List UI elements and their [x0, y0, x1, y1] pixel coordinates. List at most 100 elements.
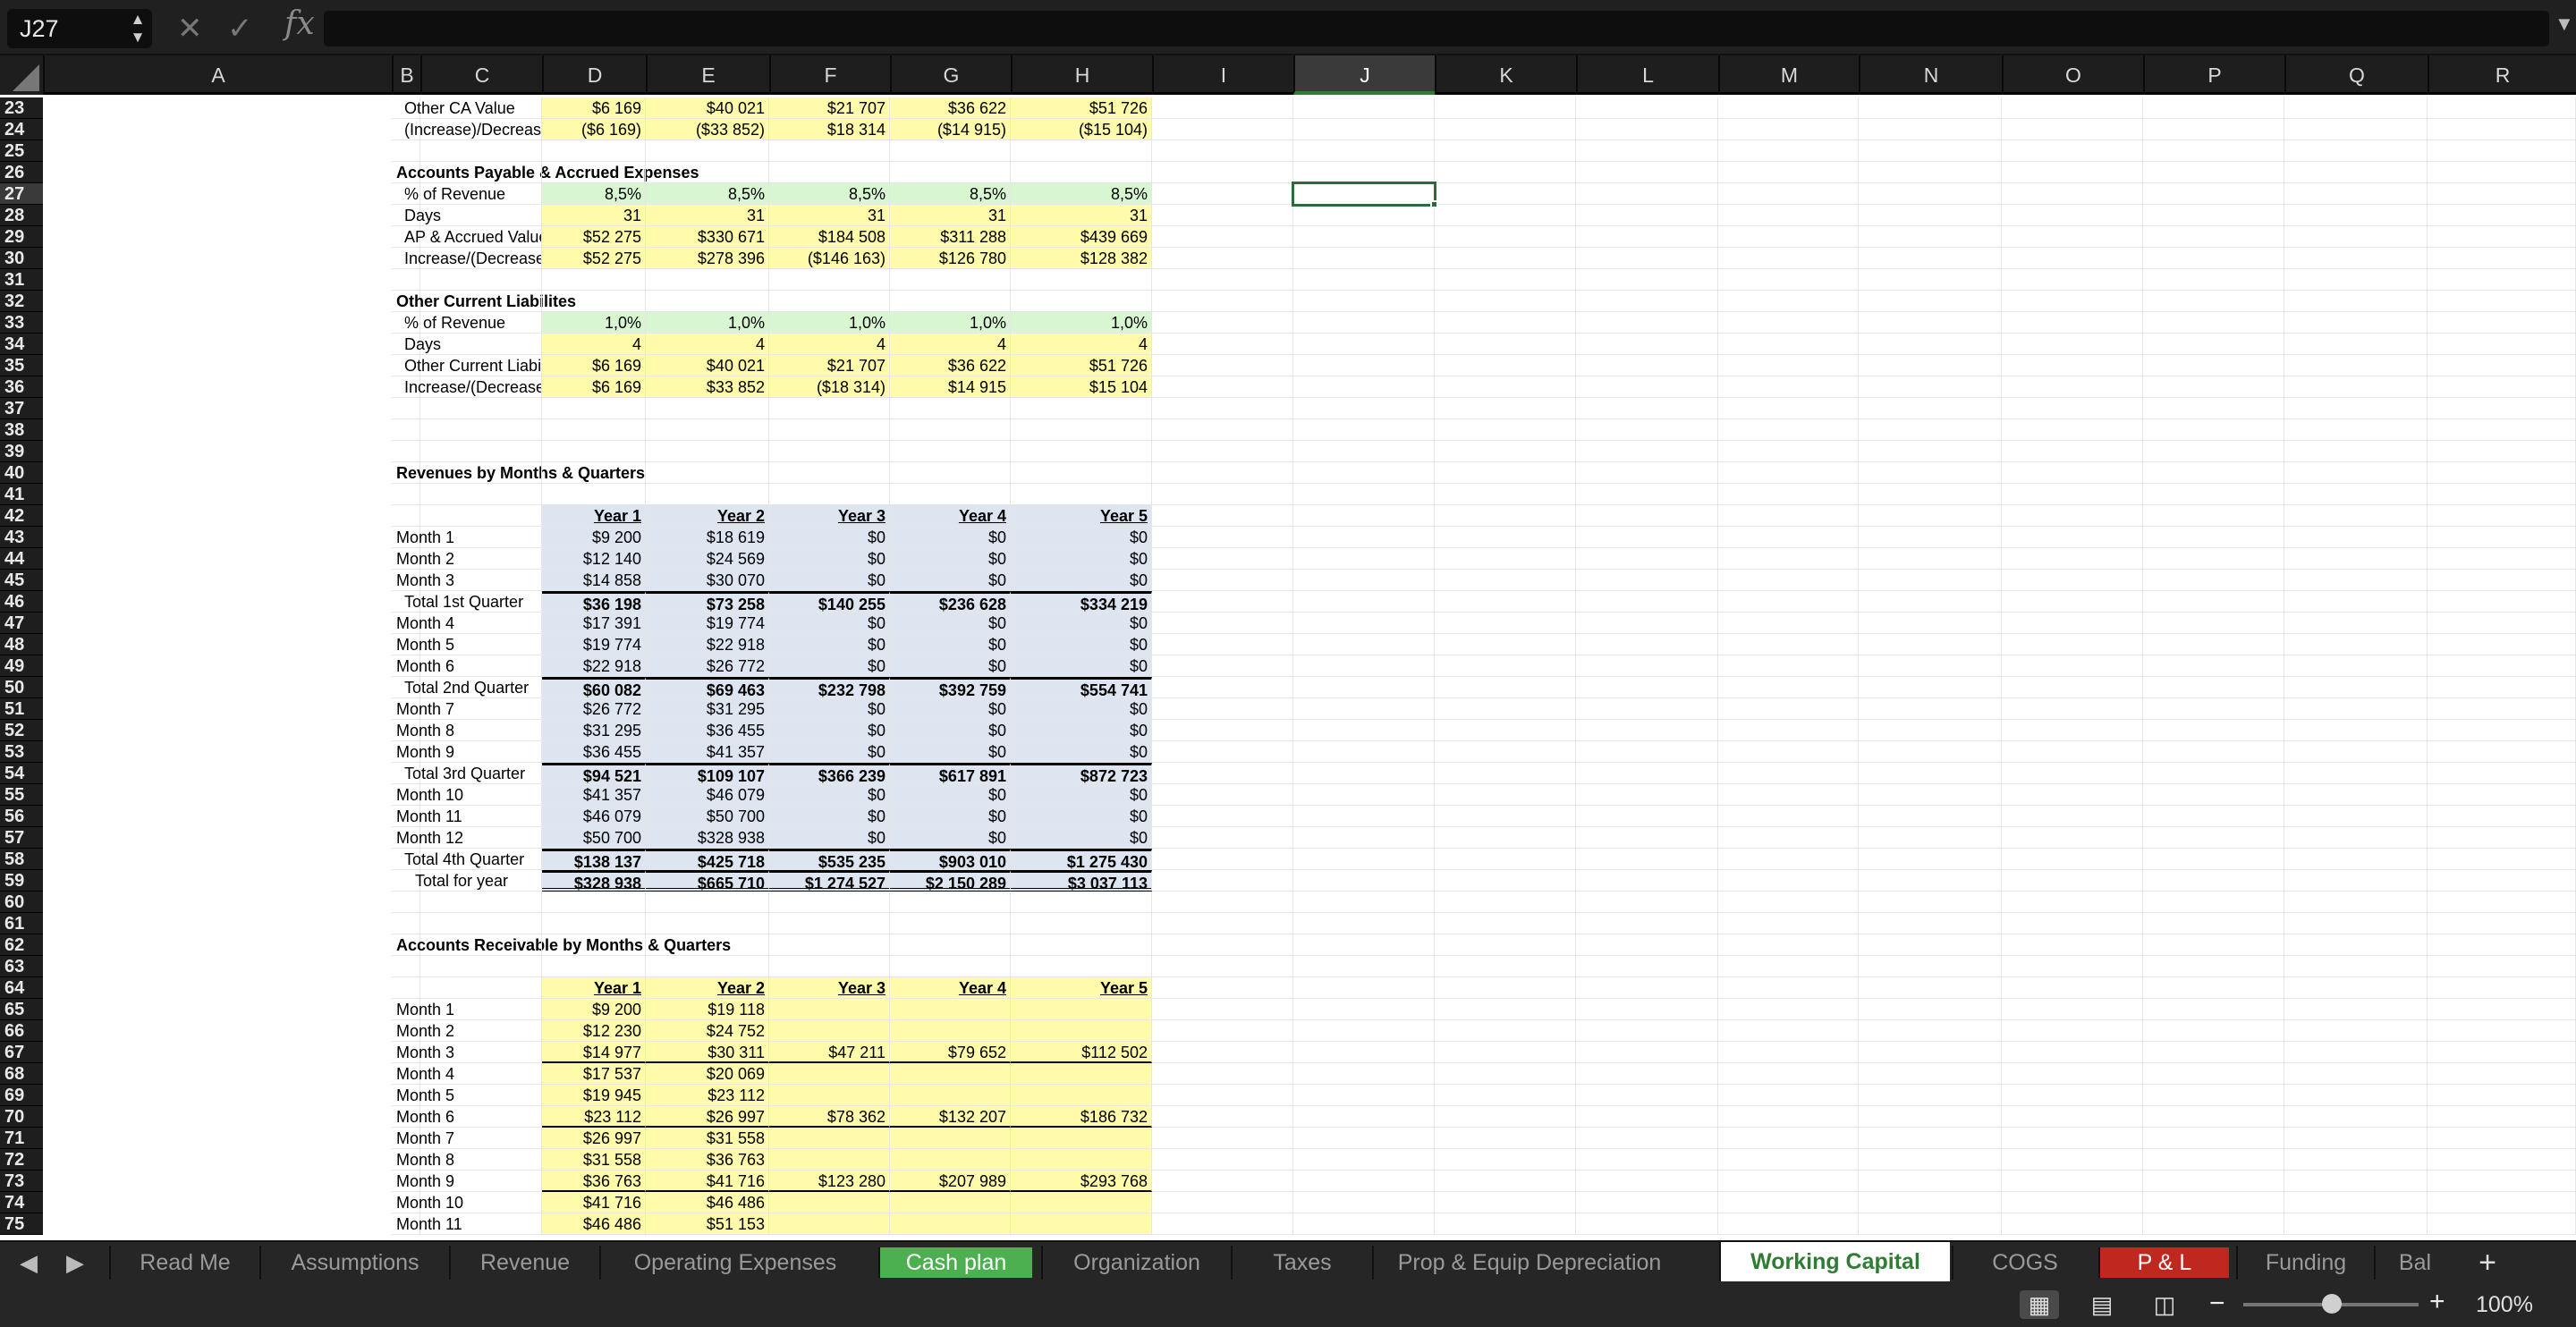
cell-empty[interactable]: [1859, 398, 2002, 419]
cell-empty[interactable]: [1859, 806, 2002, 827]
cell-b[interactable]: [420, 849, 542, 870]
cell-value[interactable]: $51 153: [646, 1213, 769, 1235]
cell-value[interactable]: [769, 1149, 890, 1171]
cell-value[interactable]: $26 997: [646, 1106, 769, 1128]
cell-value[interactable]: $51 726: [1011, 97, 1152, 119]
cell-empty[interactable]: [1576, 870, 1718, 892]
cell-empty[interactable]: [1718, 956, 1859, 977]
cell-empty[interactable]: [1859, 1106, 2002, 1128]
cell-value[interactable]: $36 622: [890, 97, 1011, 119]
cell-value[interactable]: [769, 1085, 890, 1106]
cell-b[interactable]: [420, 1085, 542, 1106]
cell-empty[interactable]: [1435, 956, 1576, 977]
cell-empty[interactable]: [2143, 1020, 2284, 1042]
cell-b[interactable]: [420, 183, 542, 205]
cell-value[interactable]: [646, 140, 769, 162]
cell-empty[interactable]: [1293, 892, 1435, 913]
cell-value[interactable]: $0: [769, 548, 890, 570]
page-break-view-icon[interactable]: ◫: [2145, 1290, 2184, 1319]
fill-handle[interactable]: [1430, 200, 1438, 208]
cell-value[interactable]: $0: [890, 741, 1011, 763]
cell-empty[interactable]: [2284, 720, 2428, 741]
cell-empty[interactable]: [1152, 441, 1293, 462]
cell-empty[interactable]: [1859, 376, 2002, 398]
cell-value[interactable]: $36 455: [646, 720, 769, 741]
cell-empty[interactable]: [1152, 827, 1293, 849]
cell-empty[interactable]: [2428, 183, 2576, 205]
cell-value[interactable]: $36 763: [646, 1149, 769, 1171]
cell-empty[interactable]: [1293, 934, 1435, 956]
cell-value[interactable]: [890, 1085, 1011, 1106]
cell-value[interactable]: $278 396: [646, 248, 769, 269]
cell-value[interactable]: [769, 484, 890, 505]
cell-empty[interactable]: [1293, 827, 1435, 849]
cell-empty[interactable]: [1859, 784, 2002, 806]
cell-b[interactable]: [420, 870, 542, 892]
cell-label[interactable]: [392, 140, 420, 162]
row-header[interactable]: 46: [0, 591, 43, 613]
row-header[interactable]: 69: [0, 1085, 43, 1106]
cell-empty[interactable]: [1576, 677, 1718, 698]
cell-empty[interactable]: [1718, 398, 1859, 419]
cell-empty[interactable]: [1293, 441, 1435, 462]
sheet-grid[interactable]: ABCDEFGHIJKLMNOPQR 23 Other CA Value $6 16…: [0, 55, 2576, 1240]
cell-empty[interactable]: [2002, 1149, 2143, 1171]
cell-value[interactable]: $31 558: [542, 1149, 646, 1171]
cell-value[interactable]: [1011, 956, 1152, 977]
cell-value[interactable]: ($33 852): [646, 119, 769, 140]
cell-value[interactable]: [1011, 398, 1152, 419]
cell-empty[interactable]: [2428, 119, 2576, 140]
cell-value[interactable]: 1,0%: [542, 312, 646, 334]
cell-empty[interactable]: [1718, 720, 1859, 741]
cancel-icon[interactable]: ✕: [177, 9, 203, 48]
cell-label[interactable]: Accounts Receivable by Months & Quarters: [392, 934, 731, 956]
cell-value[interactable]: [890, 462, 1011, 484]
cell-value[interactable]: $14 858: [542, 570, 646, 591]
cell-value[interactable]: $3 037 113: [1011, 870, 1152, 892]
cell-empty[interactable]: [1293, 355, 1435, 376]
cell-empty[interactable]: [1859, 634, 2002, 655]
cell-empty[interactable]: [1435, 827, 1576, 849]
cell-value[interactable]: 8,5%: [646, 183, 769, 205]
cell-empty[interactable]: [1859, 334, 2002, 355]
cell-empty[interactable]: [1859, 462, 2002, 484]
cell-empty[interactable]: [2284, 999, 2428, 1020]
cell-empty[interactable]: [2284, 376, 2428, 398]
cell-empty[interactable]: [1576, 1106, 1718, 1128]
cell-empty[interactable]: [2002, 677, 2143, 698]
cell-empty[interactable]: [1435, 398, 1576, 419]
cell-value[interactable]: ($6 169): [542, 119, 646, 140]
cell-value[interactable]: $6 169: [542, 376, 646, 398]
cell-empty[interactable]: [1152, 269, 1293, 291]
cell-value[interactable]: $17 537: [542, 1063, 646, 1085]
cell-value[interactable]: $0: [1011, 570, 1152, 591]
cell-b[interactable]: [420, 462, 542, 484]
formula-expand-icon[interactable]: ▼: [2555, 13, 2574, 36]
cell-value[interactable]: $12 230: [542, 1020, 646, 1042]
cell-empty[interactable]: [2143, 613, 2284, 634]
row-header[interactable]: 29: [0, 226, 43, 248]
cell-empty[interactable]: [2428, 505, 2576, 527]
cell-label[interactable]: Month 10: [392, 1192, 463, 1213]
cell-empty[interactable]: [1293, 1192, 1435, 1213]
cell-value[interactable]: Year 1: [542, 505, 646, 527]
cell-empty[interactable]: [1576, 548, 1718, 570]
cell-empty[interactable]: [2284, 162, 2428, 183]
cell-empty[interactable]: [1718, 655, 1859, 677]
cell-empty[interactable]: [1293, 1149, 1435, 1171]
row-header[interactable]: 61: [0, 913, 43, 934]
cell-empty[interactable]: [1152, 1213, 1293, 1235]
cell-empty[interactable]: [1152, 419, 1293, 441]
cell-empty[interactable]: [1152, 1106, 1293, 1128]
cell-label[interactable]: % of Revenue: [392, 312, 505, 334]
cell-empty[interactable]: [1576, 312, 1718, 334]
cell-label[interactable]: Total 1st Quarter: [392, 591, 523, 613]
cell-value[interactable]: $184 508: [769, 226, 890, 248]
cell-empty[interactable]: [2143, 1171, 2284, 1192]
cell-empty[interactable]: [1152, 226, 1293, 248]
cell-empty[interactable]: [2428, 527, 2576, 548]
cell-empty[interactable]: [1859, 183, 2002, 205]
row-header[interactable]: 35: [0, 355, 43, 376]
cell-empty[interactable]: [1576, 183, 1718, 205]
cell-empty[interactable]: [1576, 291, 1718, 312]
